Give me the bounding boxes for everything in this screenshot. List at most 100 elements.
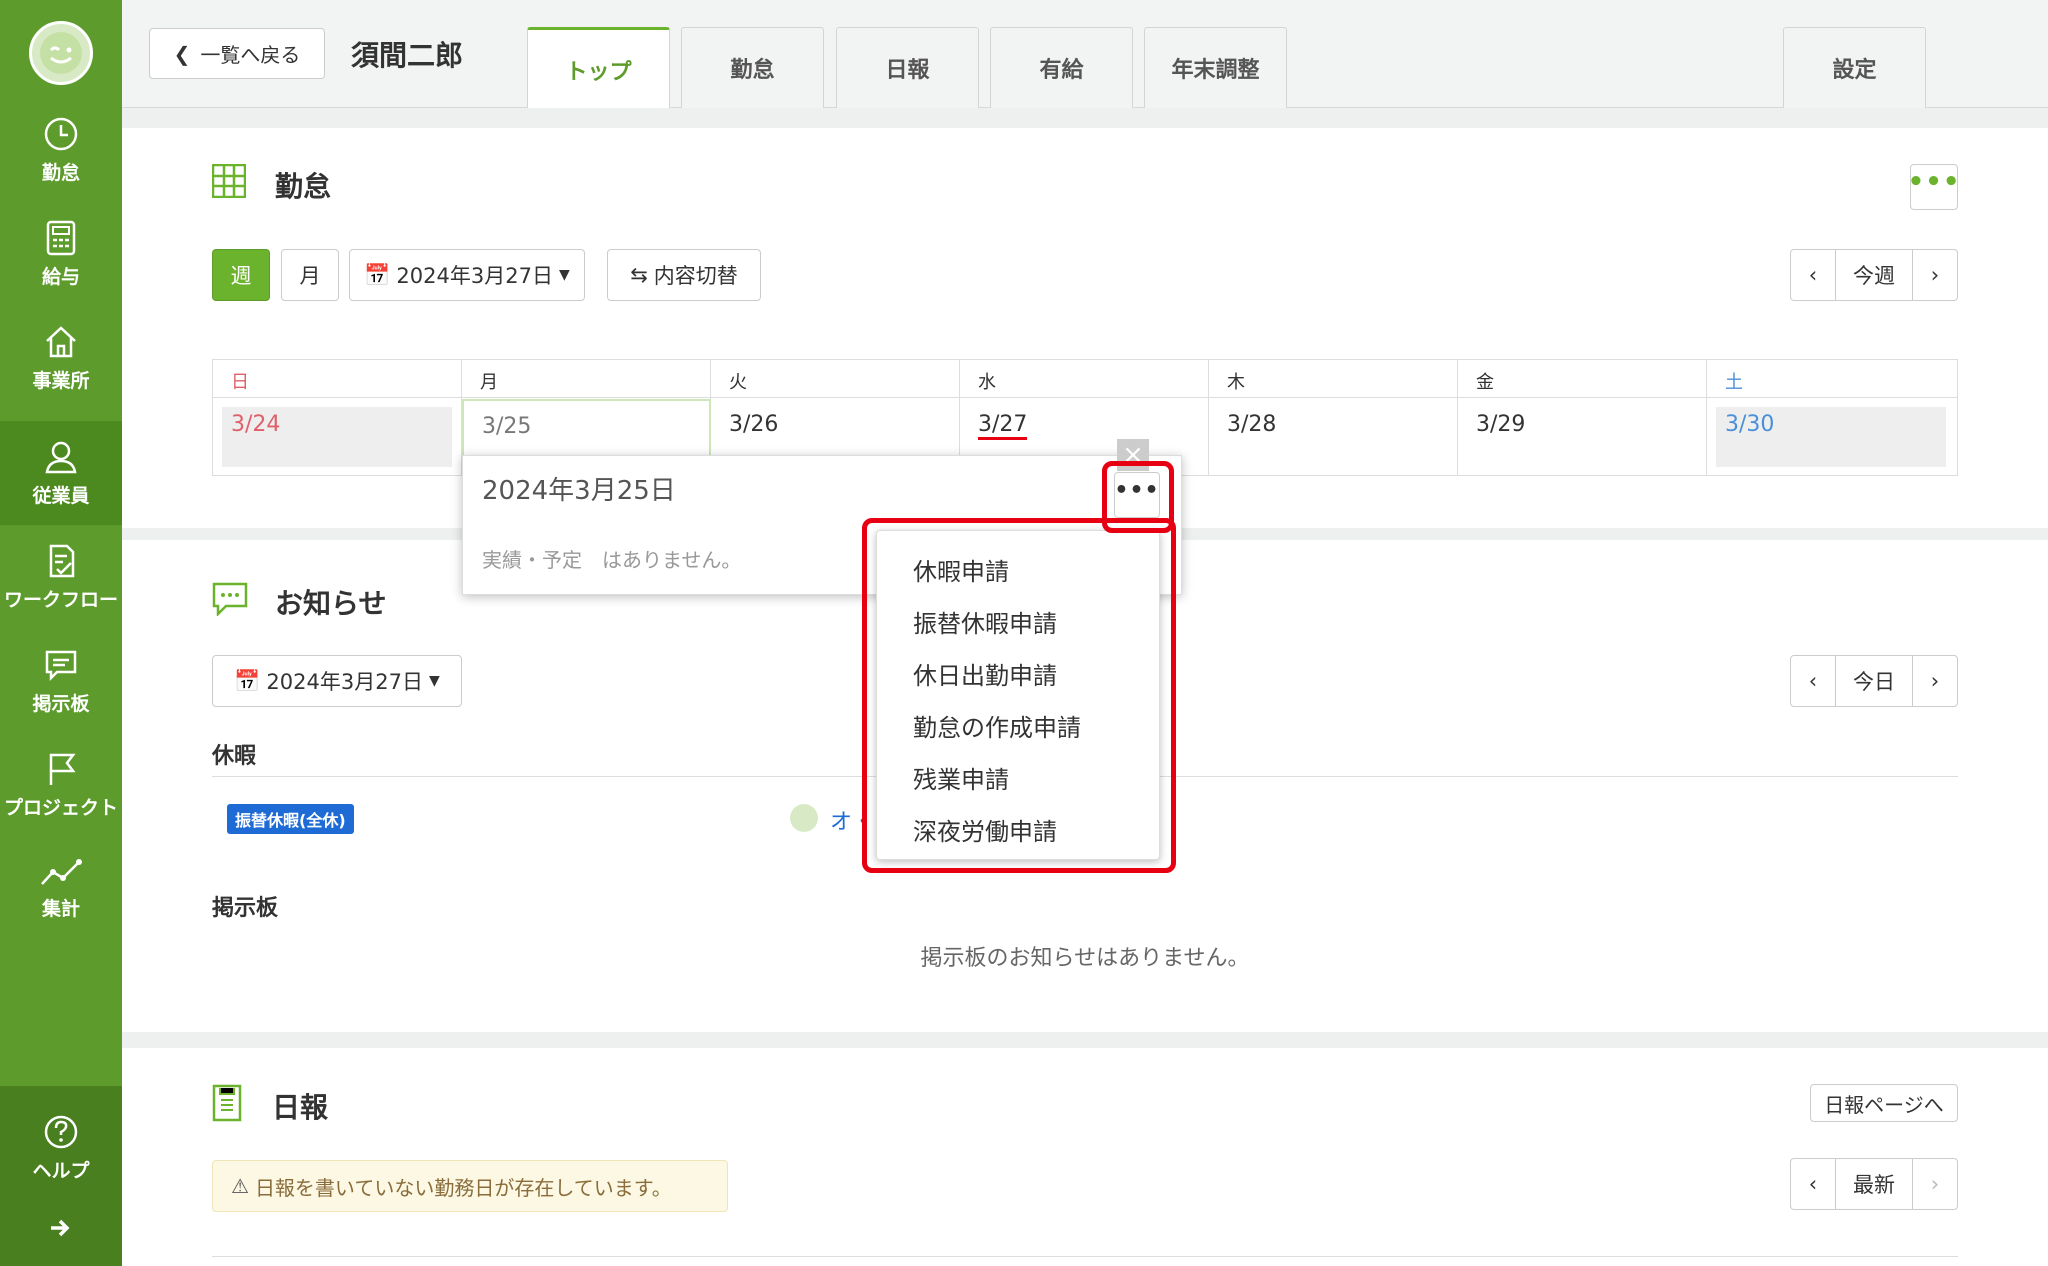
today-button[interactable]: 今日 <box>1835 655 1913 707</box>
view-week-button[interactable]: 週 <box>212 249 270 301</box>
calculator-icon <box>46 220 76 255</box>
sidebar-item-attendance[interactable]: 勤怠 <box>0 98 122 202</box>
board-heading: 掲示板 <box>212 896 279 921</box>
day-header: 日 <box>213 360 461 398</box>
sidebar-item-label: 集計 <box>41 897 80 920</box>
notices-date-picker[interactable]: 📅 2024年3月27日 ▼ <box>212 655 462 707</box>
day-date: 3/29 <box>1476 412 1526 437</box>
sidebar-help-label: ヘルプ <box>32 1159 90 1182</box>
sidebar-item-label: 従業員 <box>32 484 90 507</box>
top-bar: ❮ 一覧へ戻る 須間二郎 トップ 勤怠 日報 有給 年末調整 設定 <box>122 0 2048 109</box>
caret-down-icon: ▼ <box>428 673 440 689</box>
sidebar-item-label: ワークフロー <box>3 588 118 611</box>
day-date: 3/27 <box>978 412 1028 440</box>
chevron-left-icon: ‹ <box>1808 1172 1818 1196</box>
sidebar-item-project[interactable]: プロジェクト <box>0 733 122 837</box>
back-to-list-button[interactable]: ❮ 一覧へ戻る <box>149 28 325 79</box>
chat-icon <box>45 650 77 681</box>
day-header: 木 <box>1209 360 1457 398</box>
next-day-button[interactable]: › <box>1912 655 1958 707</box>
warning-icon: ⚠ <box>231 1174 249 1198</box>
chevron-right-icon: › <box>1930 669 1940 693</box>
chart-line-icon <box>41 858 82 885</box>
daily-report-section: 日報 日報ページへ ⚠ 日報を書いていない勤務日が存在しています。 ‹ 最新 › <box>122 1048 2048 1266</box>
leave-heading: 休暇 <box>212 744 257 769</box>
calendar-day-thu[interactable]: 木 3/28 <box>1209 360 1458 475</box>
attendance-title: 勤怠 <box>275 170 332 203</box>
sidebar-item-stats[interactable]: 集計 <box>0 837 122 941</box>
calendar-day-fri[interactable]: 金 3/29 <box>1458 360 1707 475</box>
chevron-left-icon: ‹ <box>1808 669 1818 693</box>
attendance-date-picker[interactable]: 📅 2024年3月27日 ▼ <box>349 249 585 301</box>
flag-icon <box>49 753 76 785</box>
next-week-button[interactable]: › <box>1912 249 1958 301</box>
prev-day-button[interactable]: ‹ <box>1790 655 1836 707</box>
sidebar-item-board[interactable]: 掲示板 <box>0 629 122 733</box>
arrow-right-icon[interactable] <box>48 1216 72 1244</box>
calendar-day-sun[interactable]: 日 3/24 <box>213 360 462 475</box>
chevron-left-icon: ‹ <box>1808 263 1818 287</box>
tab-attendance[interactable]: 勤怠 <box>681 27 824 108</box>
tab-daily-report[interactable]: 日報 <box>836 27 979 108</box>
caret-down-icon: ▼ <box>558 267 570 283</box>
latest-report-button[interactable]: 最新 <box>1835 1158 1913 1210</box>
more-icon: ••• <box>1907 167 1961 197</box>
sidebar-item-label: 給与 <box>41 265 80 288</box>
person-icon <box>45 441 77 473</box>
prev-report-button[interactable]: ‹ <box>1790 1158 1836 1210</box>
view-month-button[interactable]: 月 <box>281 249 339 301</box>
chat-icon <box>212 582 248 616</box>
sidebar-item-workflow[interactable]: ワークフロー <box>0 525 122 629</box>
sidebar-bottom: ヘルプ <box>0 1086 122 1266</box>
sidebar-item-employees[interactable]: 従業員 <box>0 421 122 525</box>
chevron-right-icon: › <box>1930 1172 1940 1196</box>
document-icon <box>212 1084 242 1122</box>
day-header: 火 <box>711 360 959 398</box>
day-header: 水 <box>960 360 1208 398</box>
swap-icon: ⇆ <box>630 263 648 287</box>
popup-date: 2024年3月25日 <box>482 476 676 506</box>
sidebar-item-label: 勤怠 <box>41 161 80 184</box>
tab-settings[interactable]: 設定 <box>1783 27 1926 108</box>
day-date: 3/28 <box>1227 412 1277 437</box>
day-cell[interactable]: 3/29 <box>1458 399 1707 475</box>
popup-empty-message: 実績・予定 はありません。 <box>482 548 742 572</box>
notices-date-value: 2024年3月27日 <box>266 670 423 694</box>
prev-week-button[interactable]: ‹ <box>1790 249 1836 301</box>
clock-icon <box>44 117 78 150</box>
sidebar-item-help[interactable]: ヘルプ <box>0 1096 122 1200</box>
day-date: 3/26 <box>729 412 779 437</box>
notices-title: お知らせ <box>275 587 387 620</box>
sidebar-item-label: プロジェクト <box>3 796 118 819</box>
avatar <box>790 804 818 832</box>
highlight-request-menu <box>862 518 1176 873</box>
sidebar-item-office[interactable]: 事業所 <box>0 306 122 410</box>
chevron-right-icon: › <box>1930 263 1940 287</box>
calendar-icon: 📅 <box>364 262 391 287</box>
sidebar-item-payroll[interactable]: 給与 <box>0 202 122 306</box>
toggle-content-label: 内容切替 <box>653 264 738 288</box>
attendance-date-value: 2024年3月27日 <box>396 264 553 288</box>
tab-paid-leave[interactable]: 有給 <box>990 27 1133 108</box>
calendar-day-sat[interactable]: 土 3/30 <box>1707 360 1957 475</box>
toggle-content-button[interactable]: ⇆ 内容切替 <box>607 249 761 301</box>
day-date: 3/30 <box>1725 412 1775 437</box>
day-cell[interactable]: 3/30 <box>1707 399 1956 475</box>
checklist-icon <box>49 544 75 577</box>
tab-year-end-adjustment[interactable]: 年末調整 <box>1144 27 1287 108</box>
sidebar: 勤怠 給与 事業所 従業員 ワークフロー 掲示板 プロジェクト 集計 ヘルプ <box>0 0 122 1266</box>
day-header: 金 <box>1458 360 1706 398</box>
daily-report-page-link[interactable]: 日報ページへ <box>1810 1084 1958 1122</box>
board-empty-message: 掲示板のお知らせはありません。 <box>920 946 1250 971</box>
day-date: 3/25 <box>482 414 532 439</box>
app-logo[interactable] <box>29 21 93 85</box>
day-cell[interactable]: 3/24 <box>213 399 462 475</box>
grid-icon <box>212 164 246 198</box>
tab-top[interactable]: トップ <box>527 27 670 109</box>
day-cell[interactable]: 3/28 <box>1209 399 1458 475</box>
this-week-button[interactable]: 今週 <box>1835 249 1913 301</box>
daily-report-title: 日報 <box>272 1091 329 1124</box>
next-report-button[interactable]: › <box>1912 1158 1958 1210</box>
attendance-more-button[interactable]: ••• <box>1907 164 1961 210</box>
divider <box>212 1256 1958 1257</box>
